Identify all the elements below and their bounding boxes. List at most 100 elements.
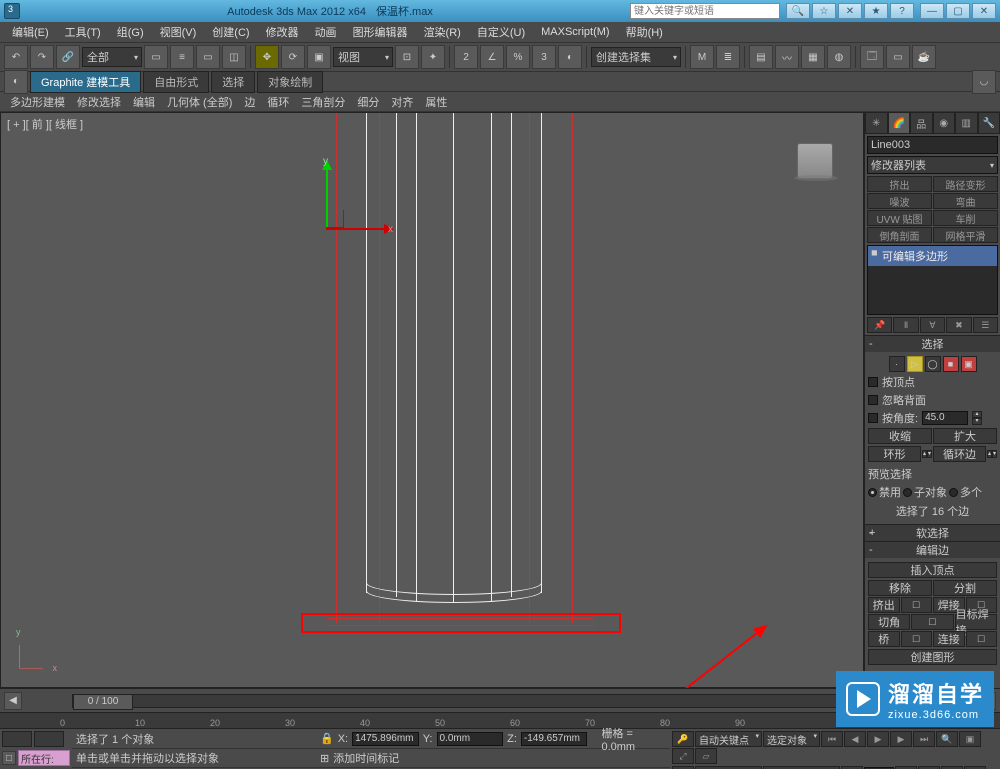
remove-modifier-icon[interactable]: ✖ (946, 317, 971, 333)
rotate-icon[interactable]: ⟳ (281, 45, 305, 69)
pivot-icon[interactable]: ⊡ (395, 45, 419, 69)
zoom-all-icon[interactable]: ▣ (959, 731, 981, 747)
grow-button[interactable]: 扩大 (933, 428, 997, 444)
scale-icon[interactable]: ▣ (307, 45, 331, 69)
by-angle-checkbox[interactable] (868, 413, 878, 423)
configure-sets-icon[interactable]: ☰ (973, 317, 998, 333)
coord-y-field[interactable]: 0.0mm (437, 732, 504, 746)
show-end-result-icon[interactable]: Ⅱ (893, 317, 918, 333)
create-tab-icon[interactable]: ✳ (865, 112, 888, 134)
bridge-button[interactable]: 桥 (868, 631, 900, 647)
ribbon-panel[interactable]: 细分 (351, 92, 385, 112)
ignore-backfacing-checkbox[interactable]: 忽略背面 (868, 392, 997, 408)
target-weld-button[interactable]: 目标焊接 (955, 614, 997, 630)
insert-vertex-button[interactable]: 插入顶点 (868, 562, 997, 578)
modify-tab-icon[interactable]: 🌈 (888, 112, 911, 134)
modifier-button[interactable]: 弯曲 (933, 193, 998, 209)
time-slider-handle[interactable]: 0 / 100 (73, 694, 133, 710)
so-vertex-icon[interactable]: ∙ (889, 356, 905, 372)
select-name-icon[interactable]: ≡ (170, 45, 194, 69)
render-icon[interactable]: ☕ (912, 45, 936, 69)
isolate-icon[interactable]: ⊞ (320, 752, 329, 765)
ring-button[interactable]: 环形 (868, 446, 921, 462)
extrude-settings-icon[interactable]: □ (901, 597, 933, 613)
menu-rendering[interactable]: 渲染(R) (416, 22, 469, 42)
by-vertex-checkbox[interactable]: 按顶点 (868, 374, 997, 390)
connect-button[interactable]: 连接 (933, 631, 965, 647)
spinner-snap-icon[interactable]: 3 (532, 45, 556, 69)
modifier-button[interactable]: 路径变形 (933, 176, 998, 192)
lane-field[interactable]: 所在行: (18, 750, 70, 766)
lane-toggle-icon[interactable]: □ (2, 751, 16, 765)
help-icon[interactable]: ? (890, 3, 914, 19)
menu-graph-editors[interactable]: 图形编辑器 (345, 22, 416, 42)
zoom-extents-icon[interactable]: ⤢ (672, 748, 694, 764)
angle-snap-icon[interactable]: ∠ (480, 45, 504, 69)
shrink-button[interactable]: 收缩 (868, 428, 932, 444)
make-unique-icon[interactable]: ∀ (920, 317, 945, 333)
hierarchy-tab-icon[interactable]: 品 (910, 112, 933, 134)
ribbon-panel[interactable]: 边 (238, 92, 261, 112)
viewport-front[interactable]: [ + ][ 前 ][ 线框 ] (0, 112, 864, 688)
ribbon-toggle-icon[interactable]: ◐ (4, 70, 28, 94)
goto-end-icon[interactable]: ⏭ (913, 731, 935, 747)
zoom-icon[interactable]: 🔍 (936, 731, 958, 747)
so-polygon-icon[interactable]: ■ (943, 356, 959, 372)
layers-icon[interactable]: ▤ (749, 45, 773, 69)
motion-tab-icon[interactable]: ◉ (933, 112, 956, 134)
menu-help[interactable]: 帮助(H) (618, 22, 671, 42)
pin-stack-icon[interactable]: 📌 (867, 317, 892, 333)
exchange-icon[interactable]: ✕ (838, 3, 862, 19)
ribbon-tab-freeform[interactable]: 自由形式 (143, 71, 209, 93)
ribbon-panel[interactable]: 三角剖分 (295, 92, 351, 112)
key-icon[interactable]: 🔑 (672, 731, 694, 747)
coord-z-field[interactable]: -149.657mm (521, 732, 588, 746)
snap-icon[interactable]: 2 (454, 45, 478, 69)
rollout-edit-edges[interactable]: 编辑边 (865, 542, 1000, 558)
remove-button[interactable]: 移除 (868, 580, 932, 596)
ribbon-panel[interactable]: 对齐 (385, 92, 419, 112)
modifier-button[interactable]: 倒角剖面 (867, 227, 932, 243)
add-time-tag-label[interactable]: 添加时间标记 (333, 750, 399, 766)
named-sel-set-dropdown[interactable]: 创建选择集 (591, 47, 681, 67)
minimize-button[interactable]: — (920, 3, 944, 19)
render-frame-icon[interactable]: ▭ (886, 45, 910, 69)
rollout-soft-selection[interactable]: +软选择 (865, 525, 1000, 541)
menu-tools[interactable]: 工具(T) (57, 22, 109, 42)
maximize-button[interactable]: ▢ (946, 3, 970, 19)
so-edge-icon[interactable]: ▷ (907, 356, 923, 372)
ribbon-tab-selection[interactable]: 选择 (211, 71, 255, 93)
ribbon-panel[interactable]: 循环 (261, 92, 295, 112)
ribbon-panel[interactable]: 属性 (419, 92, 453, 112)
coord-x-field[interactable]: 1475.896mm (352, 732, 419, 746)
chamfer-settings-icon[interactable]: □ (911, 614, 953, 630)
menu-edit[interactable]: 编辑(E) (4, 22, 57, 42)
menu-create[interactable]: 创建(C) (204, 22, 257, 42)
preview-off-radio[interactable] (868, 488, 877, 497)
modifier-button[interactable]: UVW 贴图 (867, 210, 932, 226)
preview-subobj-radio[interactable] (903, 488, 912, 497)
manipulate-icon[interactable]: ✦ (421, 45, 445, 69)
chamfer-button[interactable]: 切角 (868, 614, 910, 630)
menu-maxscript[interactable]: MAXScript(M) (533, 24, 617, 40)
menu-modifiers[interactable]: 修改器 (258, 22, 307, 42)
ribbon-minimize-icon[interactable]: ◡ (972, 70, 996, 94)
auto-key-button[interactable]: 自动关键点 (695, 731, 762, 747)
split-button[interactable]: 分割 (933, 580, 997, 596)
loop-button[interactable]: 循环边 (933, 446, 986, 462)
move-icon[interactable]: ✥ (255, 45, 279, 69)
modifier-list-dropdown[interactable]: 修改器列表 (867, 156, 998, 174)
time-slider-left-icon[interactable]: ◀ (4, 692, 22, 710)
material-editor-icon[interactable]: ◍ (827, 45, 851, 69)
modifier-button[interactable]: 噪波 (867, 193, 932, 209)
percent-snap-icon[interactable]: % (506, 45, 530, 69)
bridge-settings-icon[interactable]: □ (901, 631, 933, 647)
utilities-tab-icon[interactable]: 🔧 (978, 112, 1000, 134)
window-crossing-icon[interactable]: ◫ (222, 45, 246, 69)
help-search-input[interactable] (630, 3, 780, 19)
curve-editor-icon[interactable]: 〰 (775, 45, 799, 69)
modifier-button[interactable]: 车削 (933, 210, 998, 226)
object-name-field[interactable]: Line003 (867, 136, 998, 154)
modifier-button[interactable]: 挤出 (867, 176, 932, 192)
menu-animation[interactable]: 动画 (307, 22, 345, 42)
